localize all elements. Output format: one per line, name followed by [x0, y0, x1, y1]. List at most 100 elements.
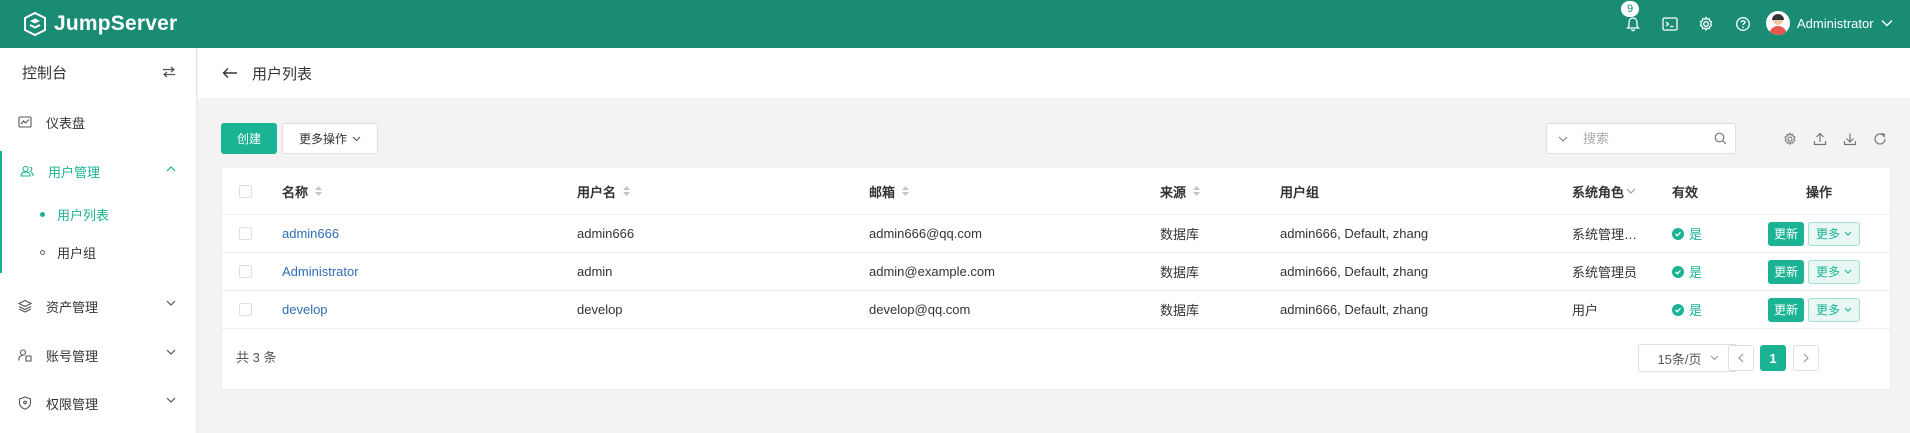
column-header-name[interactable]: 名称	[282, 168, 323, 214]
column-header-label: 用户组	[1280, 184, 1320, 200]
bullet-dot-icon	[40, 211, 45, 217]
sidebar: 控制台 仪表盘 用户管理 用户列表 用户组 资产管理 账号管理 权限管理	[0, 48, 197, 433]
create-button[interactable]: 创建	[221, 123, 277, 154]
next-page-button[interactable]	[1793, 345, 1819, 371]
user-name-link[interactable]: develop	[282, 291, 328, 328]
more-actions-button[interactable]: 更多操作	[282, 123, 378, 154]
shield-icon	[18, 396, 32, 410]
page-size-select[interactable]: 15条/页	[1638, 344, 1738, 372]
source-cell: 数据库	[1160, 303, 1200, 318]
chevron-down-icon	[166, 300, 176, 306]
chevron-down-icon	[166, 349, 176, 355]
row-checkbox[interactable]	[239, 215, 252, 252]
row-checkbox[interactable]	[239, 291, 252, 328]
row-more-button[interactable]: 更多	[1808, 259, 1860, 284]
app-logo[interactable]: JumpServer	[22, 11, 177, 37]
table-header-row: 名称 用户名 邮箱 来源 用户组 系统角色 有效 操作	[222, 168, 1890, 215]
user-menu[interactable]: Administrator	[1766, 11, 1893, 35]
user-name-link[interactable]: admin666	[282, 215, 339, 252]
sort-icon	[623, 186, 631, 196]
chevron-up-icon	[166, 166, 176, 172]
jumpserver-logo-icon	[24, 11, 46, 37]
column-header-email[interactable]: 邮箱	[869, 168, 910, 214]
sort-icon	[1193, 186, 1201, 196]
bullet-dot-icon	[40, 249, 45, 255]
sidebar-item-label: 账号管理	[46, 348, 99, 364]
sidebar-item-label: 权限管理	[46, 396, 99, 412]
sidebar-item-permission-management[interactable]: 权限管理	[0, 383, 196, 423]
account-icon	[18, 349, 32, 362]
update-button[interactable]: 更新	[1768, 297, 1804, 322]
chevron-down-icon	[1844, 307, 1852, 312]
sidebar-item-user-management[interactable]: 用户管理	[0, 151, 196, 191]
avatar	[1766, 11, 1790, 35]
update-button[interactable]: 更新	[1768, 221, 1804, 246]
page-size-label: 15条/页	[1657, 351, 1702, 367]
check-circle-icon	[1672, 227, 1684, 240]
search-input[interactable]	[1583, 131, 1713, 146]
groups-cell: admin666, Default, zhang	[1280, 264, 1429, 279]
source-cell: 数据库	[1160, 265, 1200, 280]
user-table-card: 名称 用户名 邮箱 来源 用户组 系统角色 有效 操作 admin666 adm…	[221, 167, 1891, 390]
page-title: 用户列表	[252, 65, 313, 83]
active-status-text: 是	[1689, 265, 1703, 280]
update-button[interactable]: 更新	[1768, 259, 1804, 284]
row-actions: 更新 更多	[1768, 215, 1860, 252]
chevron-down-icon	[1710, 355, 1718, 361]
sidebar-subitem-label: 用户列表	[57, 207, 110, 223]
notification-bell-icon[interactable]	[1623, 14, 1643, 34]
top-bar: JumpServer 9 Administrator	[0, 0, 1910, 48]
row-more-button[interactable]: 更多	[1808, 297, 1860, 322]
row-more-label: 更多	[1815, 265, 1840, 279]
sidebar-item-account-management[interactable]: 账号管理	[0, 335, 196, 375]
sidebar-item-asset-management[interactable]: 资产管理	[0, 286, 196, 326]
column-header-source[interactable]: 来源	[1160, 168, 1201, 214]
column-header-label: 用户名	[577, 184, 617, 200]
chevron-down-icon	[166, 397, 176, 403]
chevron-down-icon	[1558, 136, 1568, 142]
groups-cell: admin666, Default, zhang	[1280, 226, 1429, 241]
sidebar-item-label: 用户管理	[48, 164, 101, 180]
role-cell: 系统管理…	[1572, 227, 1638, 242]
sidebar-item-user-list[interactable]: 用户列表	[0, 196, 196, 232]
table-settings-icon[interactable]	[1782, 131, 1798, 147]
row-more-button[interactable]: 更多	[1808, 221, 1860, 246]
sidebar-item-label: 仪表盘	[46, 115, 86, 131]
column-header-actions: 操作	[1806, 168, 1832, 214]
email-cell: develop@qq.com	[869, 302, 971, 317]
refresh-icon[interactable]	[1872, 131, 1888, 147]
active-cell: 是	[1672, 291, 1702, 328]
active-cell: 是	[1672, 253, 1702, 290]
chevron-down-icon	[1844, 231, 1852, 236]
search-field-select[interactable]	[1547, 124, 1579, 153]
download-icon[interactable]	[1842, 131, 1858, 147]
user-name-link[interactable]: Administrator	[282, 253, 359, 290]
page-number-current[interactable]: 1	[1760, 345, 1786, 371]
row-actions: 更新 更多	[1768, 291, 1860, 328]
back-arrow-icon[interactable]	[222, 67, 238, 79]
row-checkbox[interactable]	[239, 253, 252, 290]
username-cell: develop	[577, 302, 623, 317]
upload-icon[interactable]	[1812, 131, 1828, 147]
column-header-role[interactable]: 系统角色	[1572, 168, 1636, 214]
column-header-username[interactable]: 用户名	[577, 168, 631, 214]
sort-icon	[902, 186, 910, 196]
chevron-down-icon	[1844, 269, 1852, 274]
chevron-down-icon	[352, 136, 361, 141]
email-cell: admin@example.com	[869, 264, 995, 279]
search-icon[interactable]	[1714, 132, 1727, 145]
role-cell: 用户	[1572, 303, 1599, 318]
column-header-label: 系统角色	[1572, 184, 1625, 200]
select-all-checkbox[interactable]	[239, 168, 252, 214]
username-cell: admin666	[577, 226, 635, 241]
switch-view-icon[interactable]	[162, 66, 176, 78]
settings-gear-icon[interactable]	[1696, 14, 1716, 34]
source-cell: 数据库	[1160, 227, 1200, 242]
help-icon[interactable]	[1733, 14, 1753, 34]
sidebar-item-dashboard[interactable]: 仪表盘	[0, 102, 196, 142]
terminal-icon[interactable]	[1660, 14, 1680, 34]
app-name: JumpServer	[54, 12, 178, 35]
prev-page-button[interactable]	[1728, 345, 1754, 371]
sidebar-item-user-group[interactable]: 用户组	[0, 234, 196, 270]
column-header-label: 名称	[282, 184, 309, 200]
